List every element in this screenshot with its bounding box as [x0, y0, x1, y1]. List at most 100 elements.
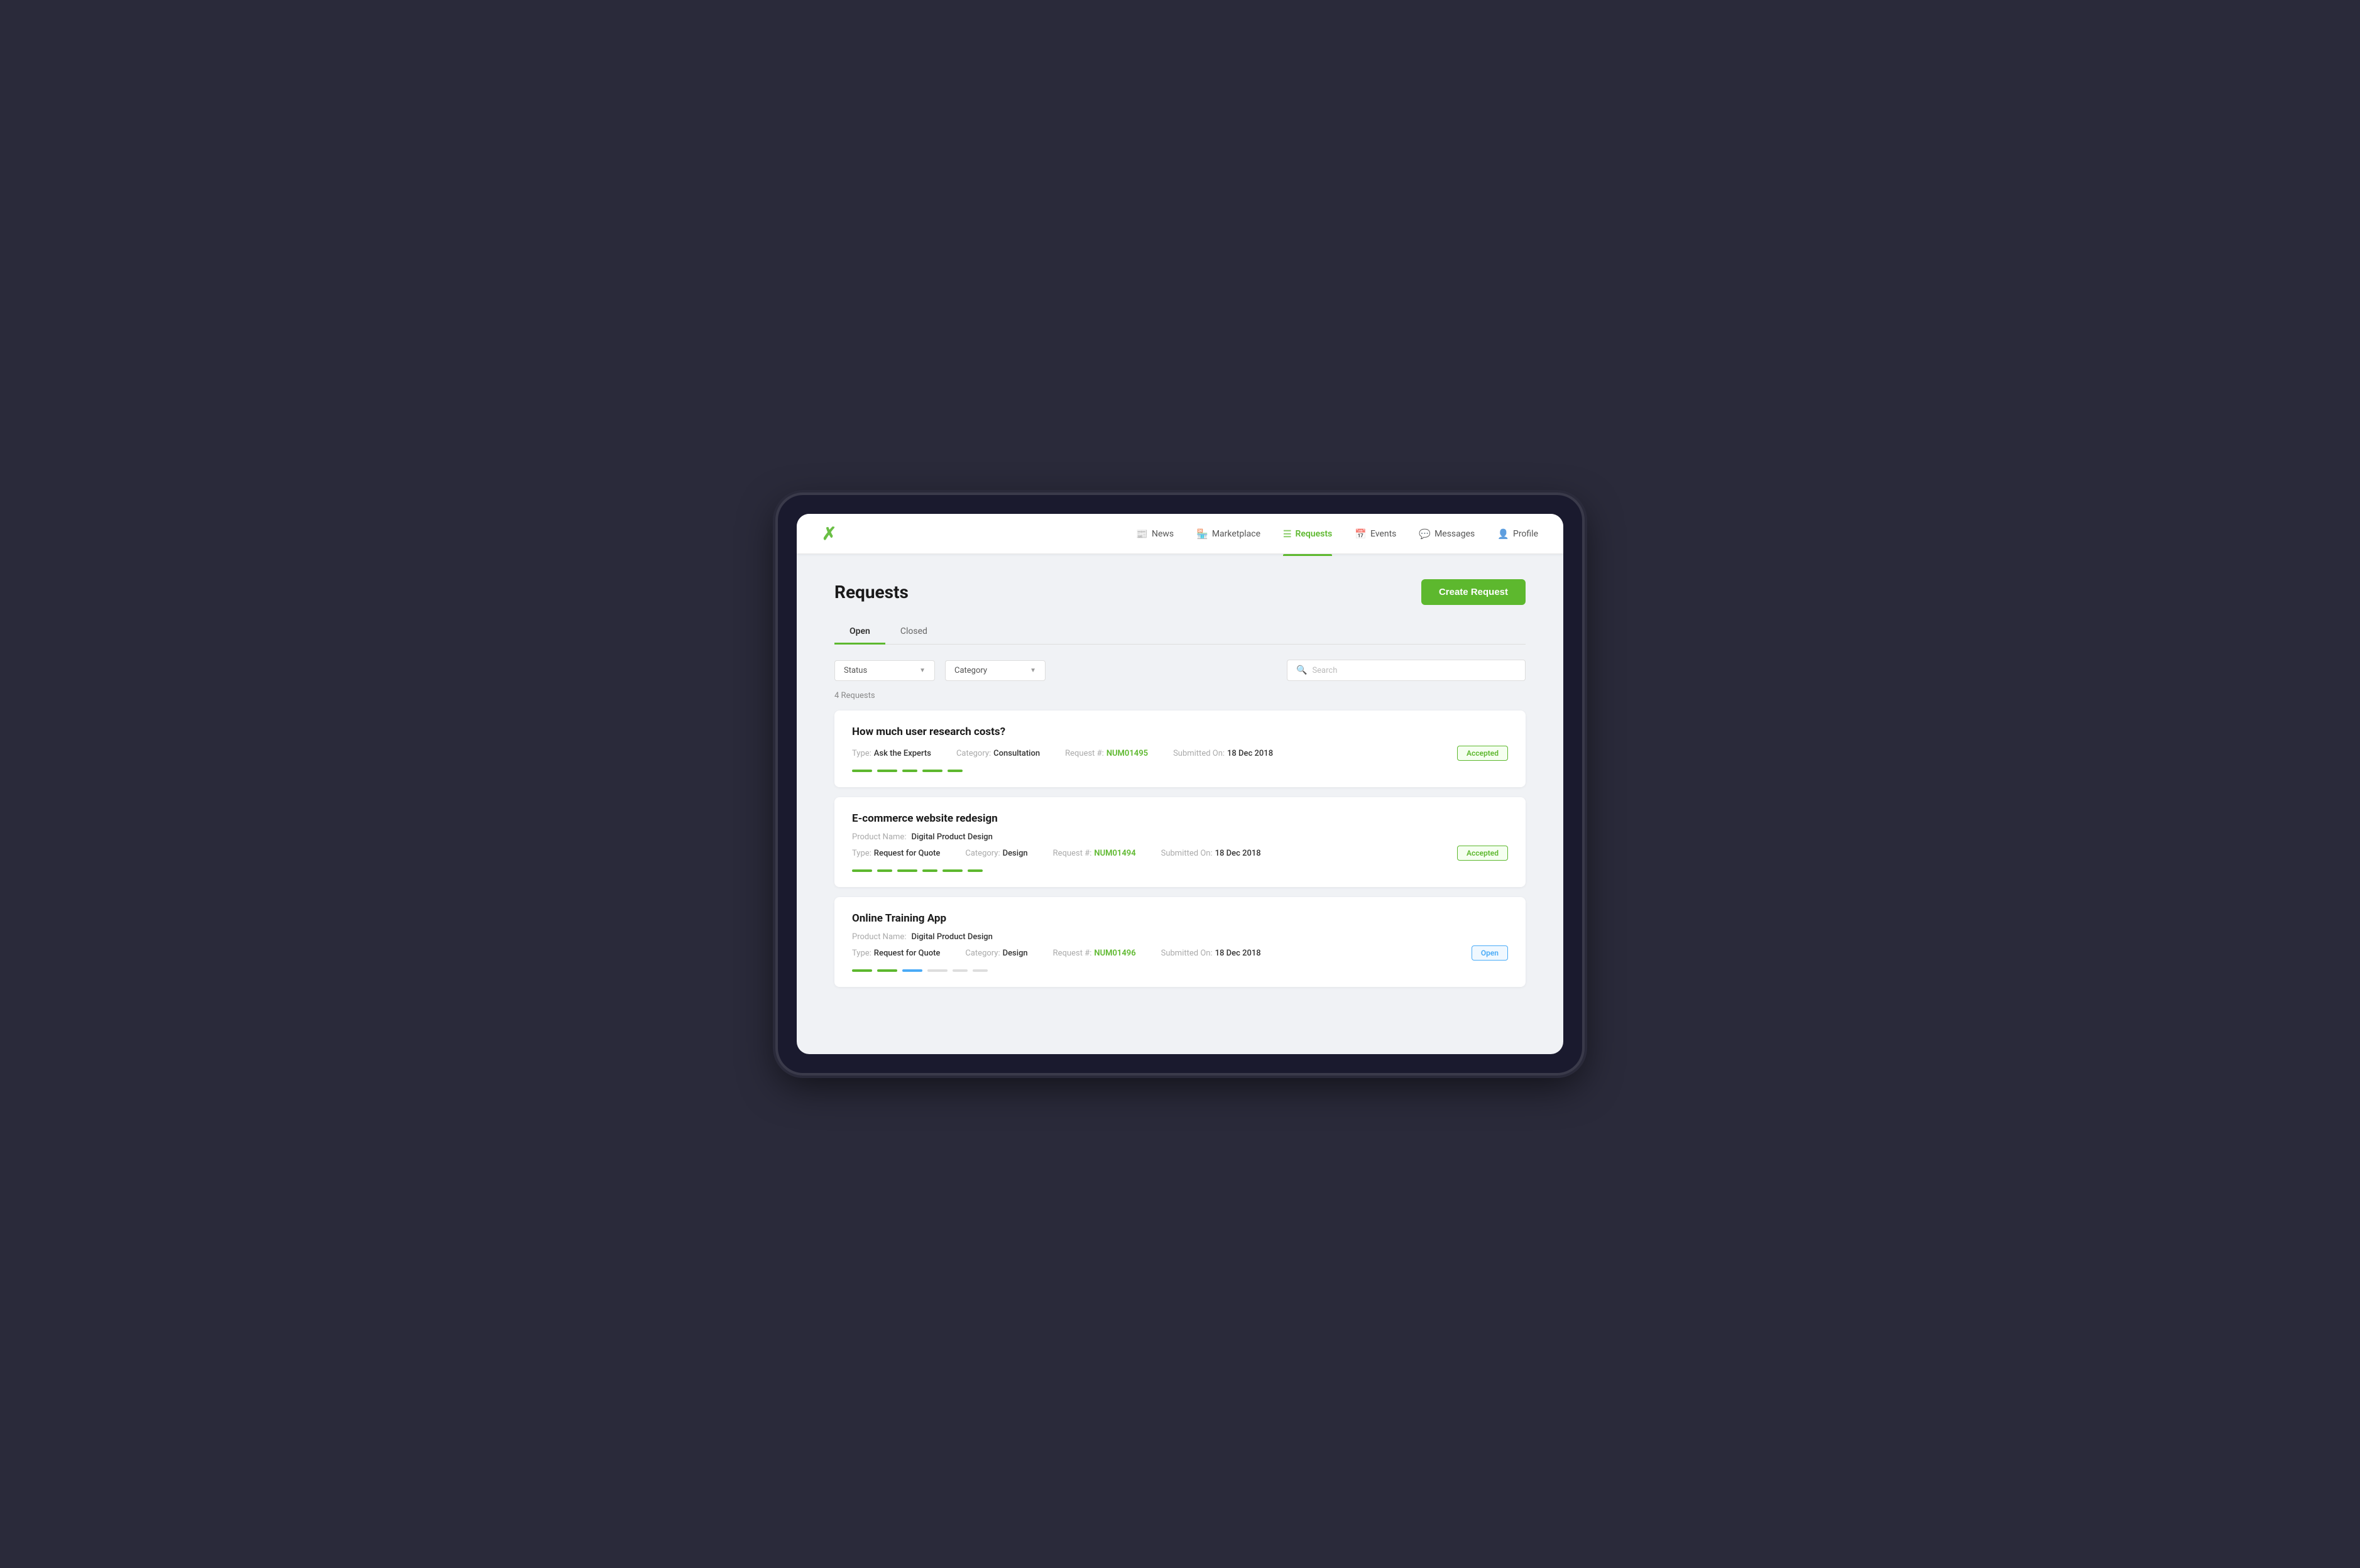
product-value-2: Digital Product Design — [911, 832, 992, 842]
progress-dot — [968, 869, 983, 872]
tablet-shell: ✗ 📰 News 🏪 Marketplace ☰ Requests 📅 Even — [778, 495, 1582, 1073]
progress-dot — [922, 770, 942, 772]
nav-item-marketplace[interactable]: 🏪 Marketplace — [1196, 526, 1260, 542]
news-icon: 📰 — [1136, 528, 1148, 540]
filters: Status ▼ Category ▼ 🔍 Search — [834, 660, 1526, 681]
progress-dot — [927, 969, 948, 972]
logo-icon: ✗ — [822, 523, 836, 544]
category-label-2: Category: — [965, 849, 1000, 858]
status-filter-label: Status — [844, 666, 867, 675]
category-filter-label: Category — [954, 666, 987, 675]
submitted-value-2: 18 Dec 2018 — [1215, 849, 1261, 858]
nav-label-news: News — [1152, 529, 1174, 539]
category-value-2: Design — [1003, 849, 1028, 858]
chevron-down-icon: ▼ — [919, 667, 926, 674]
marketplace-icon: 🏪 — [1196, 528, 1208, 540]
badge-2: Accepted — [1457, 846, 1508, 861]
nav-item-events[interactable]: 📅 Events — [1355, 526, 1396, 542]
badge-3: Open — [1472, 945, 1508, 961]
nav-item-requests[interactable]: ☰ Requests — [1283, 526, 1332, 542]
badge-1: Accepted — [1457, 746, 1508, 761]
nav-item-profile[interactable]: 👤 Profile — [1497, 526, 1538, 542]
navbar: ✗ 📰 News 🏪 Marketplace ☰ Requests 📅 Even — [797, 514, 1563, 554]
request-card-2[interactable]: E-commerce website redesign Product Name… — [834, 797, 1526, 887]
progress-dot — [897, 869, 917, 872]
status-filter[interactable]: Status ▼ — [834, 660, 935, 681]
nav-label-requests: Requests — [1295, 529, 1332, 539]
category-label-1: Category: — [956, 749, 991, 758]
submitted-label-2: Submitted On: — [1161, 849, 1213, 858]
product-name-row-3: Product Name: Digital Product Design — [852, 932, 1508, 942]
nav-item-messages[interactable]: 💬 Messages — [1419, 526, 1475, 542]
progress-dot — [877, 770, 897, 772]
category-value-3: Design — [1003, 949, 1028, 958]
search-placeholder: Search — [1312, 666, 1337, 675]
type-label-2: Type: — [852, 849, 871, 858]
card-meta-1: Type: Ask the Experts Category: Consulta… — [852, 746, 1508, 761]
category-filter[interactable]: Category ▼ — [945, 660, 1046, 681]
nav-item-news[interactable]: 📰 News — [1136, 526, 1174, 542]
nav-label-events: Events — [1370, 529, 1396, 539]
profile-icon: 👤 — [1497, 528, 1509, 540]
progress-2 — [852, 869, 1508, 872]
type-label-1: Type: — [852, 749, 871, 758]
submitted-value-1: 18 Dec 2018 — [1227, 749, 1273, 758]
product-label-3: Product Name: — [852, 932, 906, 942]
card-title-1: How much user research costs? — [852, 726, 1508, 738]
create-request-button[interactable]: Create Request — [1421, 579, 1526, 605]
chevron-down-icon-2: ▼ — [1030, 667, 1036, 674]
request-label-1: Request #: — [1065, 749, 1104, 758]
card-title-3: Online Training App — [852, 912, 1508, 925]
card-meta-2: Type: Request for Quote Category: Design… — [852, 846, 1508, 861]
request-value-2: NUM01494 — [1094, 849, 1135, 858]
page-header: Requests Create Request — [834, 579, 1526, 605]
requests-icon: ☰ — [1283, 528, 1291, 540]
events-icon: 📅 — [1355, 528, 1367, 540]
submitted-label-1: Submitted On: — [1173, 749, 1225, 758]
product-name-row-2: Product Name: Digital Product Design — [852, 832, 1508, 842]
request-card-1[interactable]: How much user research costs? Type: Ask … — [834, 710, 1526, 787]
type-value-3: Request for Quote — [874, 949, 941, 958]
tablet-screen: ✗ 📰 News 🏪 Marketplace ☰ Requests 📅 Even — [797, 514, 1563, 1054]
product-label-2: Product Name: — [852, 832, 906, 842]
request-value-3: NUM01496 — [1094, 949, 1135, 958]
messages-icon: 💬 — [1419, 528, 1431, 540]
progress-dot — [902, 770, 917, 772]
progress-dot — [953, 969, 968, 972]
progress-3 — [852, 969, 1508, 972]
type-value-1: Ask the Experts — [874, 749, 931, 758]
card-title-2: E-commerce website redesign — [852, 812, 1508, 825]
tabs: Open Closed — [834, 620, 1526, 645]
category-value-1: Consultation — [993, 749, 1040, 758]
progress-dot — [922, 869, 937, 872]
main-content: Requests Create Request Open Closed Stat… — [797, 554, 1563, 1022]
category-label-3: Category: — [965, 949, 1000, 958]
progress-dot — [877, 869, 892, 872]
request-list: How much user research costs? Type: Ask … — [834, 710, 1526, 987]
tab-closed[interactable]: Closed — [885, 620, 942, 645]
progress-dot — [852, 770, 872, 772]
nav-label-messages: Messages — [1434, 529, 1475, 539]
type-label-3: Type: — [852, 949, 871, 958]
request-label-2: Request #: — [1053, 849, 1092, 858]
type-value-2: Request for Quote — [874, 849, 941, 858]
card-meta-3: Type: Request for Quote Category: Design… — [852, 945, 1508, 961]
search-icon: 🔍 — [1296, 665, 1307, 675]
progress-dot — [973, 969, 988, 972]
progress-dot — [852, 869, 872, 872]
progress-dot — [948, 770, 963, 772]
search-box[interactable]: 🔍 Search — [1287, 660, 1526, 681]
progress-dot — [877, 969, 897, 972]
request-card-3[interactable]: Online Training App Product Name: Digita… — [834, 897, 1526, 987]
tab-open[interactable]: Open — [834, 620, 885, 645]
progress-dot — [942, 869, 963, 872]
progress-1 — [852, 770, 1508, 772]
product-value-3: Digital Product Design — [911, 932, 992, 942]
page-title: Requests — [834, 582, 909, 602]
request-count: 4 Requests — [834, 691, 1526, 700]
progress-dot — [852, 969, 872, 972]
request-value-1: NUM01495 — [1106, 749, 1148, 758]
navbar-links: 📰 News 🏪 Marketplace ☰ Requests 📅 Events… — [1136, 526, 1538, 542]
request-label-3: Request #: — [1053, 949, 1092, 958]
logo[interactable]: ✗ — [822, 525, 836, 543]
